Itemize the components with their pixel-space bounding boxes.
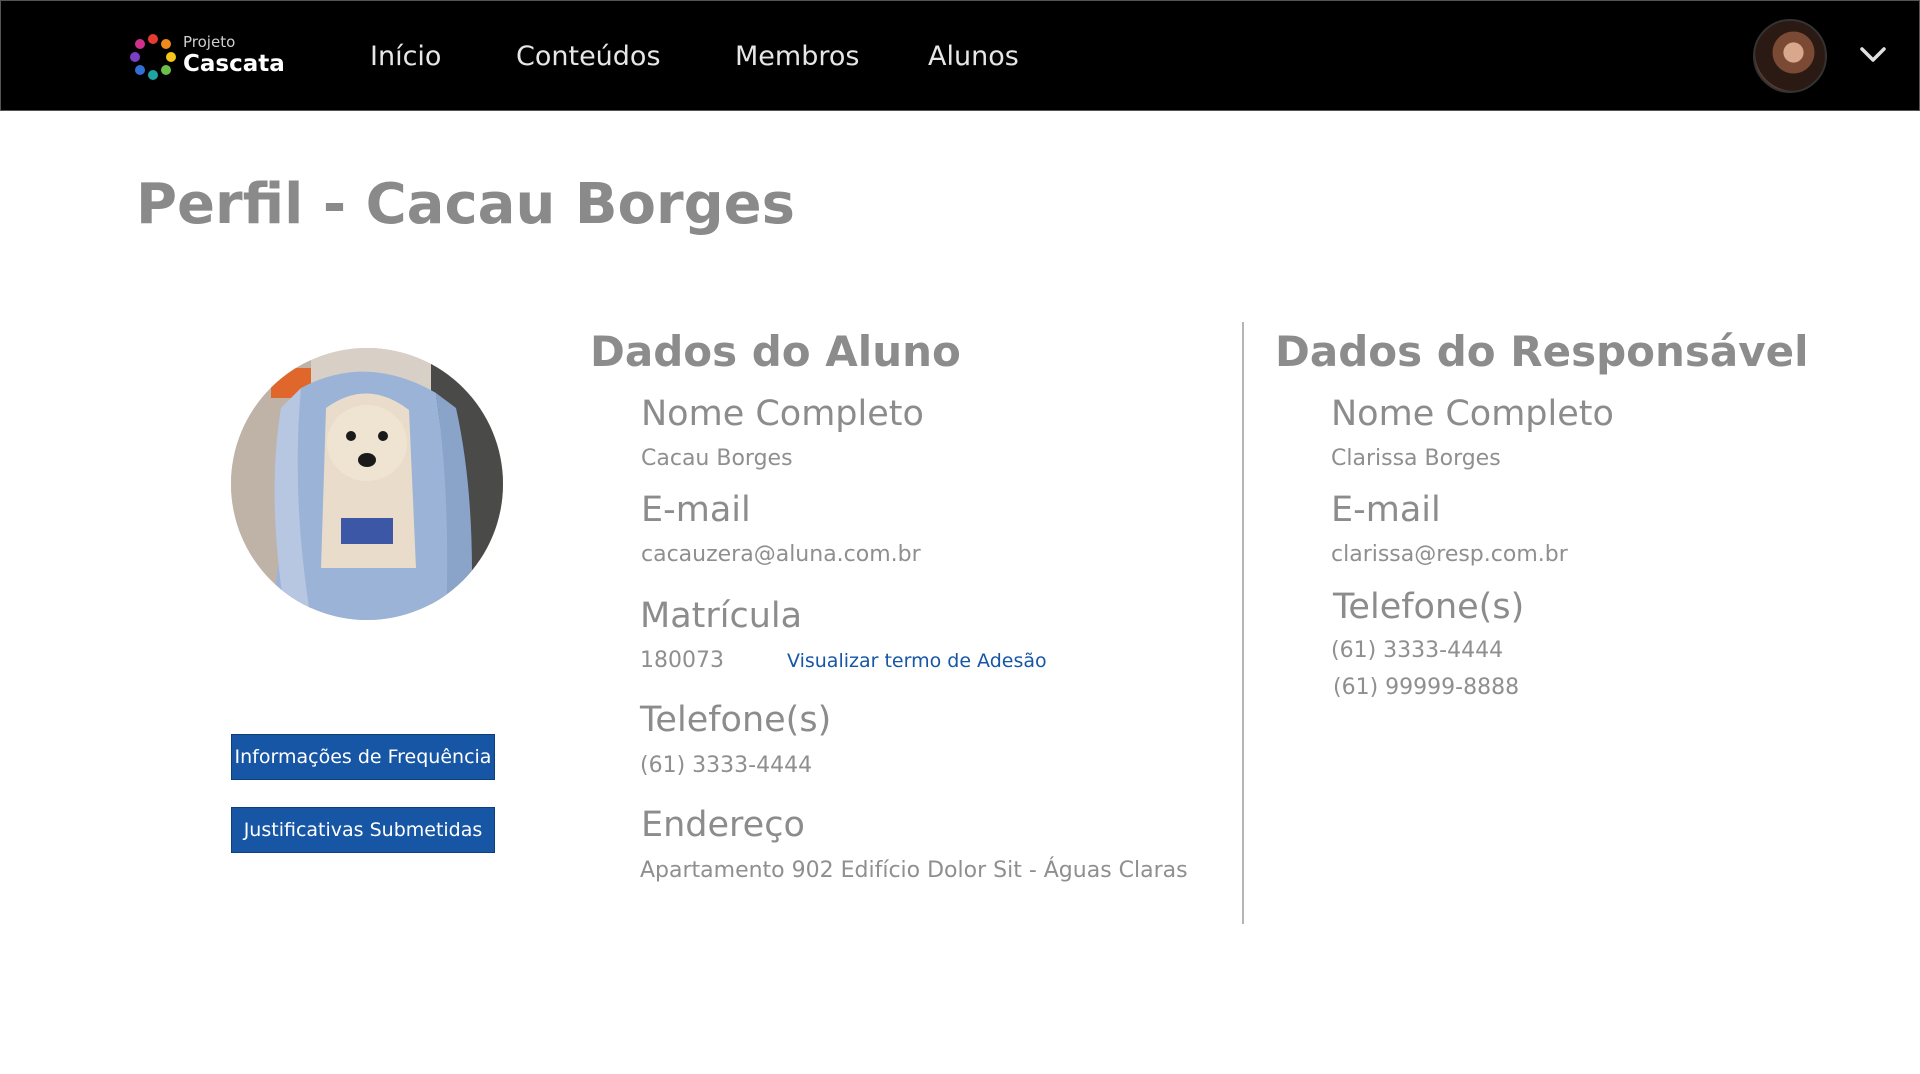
frequency-info-button[interactable]: Informações de Frequência: [231, 734, 495, 780]
guardian-phone-value: (61) 99999-8888: [1333, 675, 1520, 700]
logo-small-text: Projeto: [183, 33, 236, 51]
guardian-name-value: Clarissa Borges: [1331, 446, 1501, 471]
student-enrollment-value: 180073: [640, 648, 724, 673]
guardian-email-value: clarissa@resp.com.br: [1331, 542, 1568, 567]
guardian-phone-value: (61) 3333-4444: [1331, 638, 1504, 663]
top-navbar: Projeto Cascata Início Conteúdos Membros…: [0, 0, 1920, 111]
submitted-justifications-button[interactable]: Justificativas Submetidas: [231, 807, 495, 853]
student-email-label: E-mail: [641, 490, 751, 530]
guardian-name-label: Nome Completo: [1331, 394, 1614, 434]
page-title: Perfil - Cacau Borges: [136, 172, 795, 237]
guardian-email-label: E-mail: [1331, 490, 1441, 530]
nav-link-membros[interactable]: Membros: [735, 41, 859, 72]
view-adhesion-term-link[interactable]: Visualizar termo de Adesão: [787, 650, 1047, 672]
dog-photo-illustration: [231, 348, 503, 620]
student-phone-value: (61) 3333-4444: [640, 753, 813, 778]
guardian-phone-label: Telefone(s): [1333, 587, 1525, 627]
student-address-value: Apartamento 902 Edifício Dolor Sit - Águ…: [640, 858, 1188, 883]
nav-link-alunos[interactable]: Alunos: [928, 41, 1019, 72]
section-divider: [1242, 322, 1244, 924]
logo-brand-text: Cascata: [183, 51, 285, 77]
student-email-value: cacauzera@aluna.com.br: [641, 542, 921, 567]
chevron-down-icon[interactable]: [1859, 45, 1887, 65]
guardian-section-title: Dados do Responsável: [1275, 327, 1809, 376]
logo[interactable]: Projeto Cascata: [127, 29, 287, 85]
student-section-title: Dados do Aluno: [590, 327, 961, 376]
logo-icon: [130, 34, 176, 80]
nav-link-inicio[interactable]: Início: [370, 41, 441, 72]
profile-photo: [231, 348, 503, 620]
student-name-value: Cacau Borges: [641, 446, 793, 471]
student-name-label: Nome Completo: [641, 394, 924, 434]
nav-link-conteudos[interactable]: Conteúdos: [516, 41, 661, 72]
student-enrollment-label: Matrícula: [640, 596, 803, 636]
student-phone-label: Telefone(s): [640, 700, 832, 740]
user-avatar[interactable]: [1753, 19, 1827, 93]
student-address-label: Endereço: [641, 805, 805, 845]
